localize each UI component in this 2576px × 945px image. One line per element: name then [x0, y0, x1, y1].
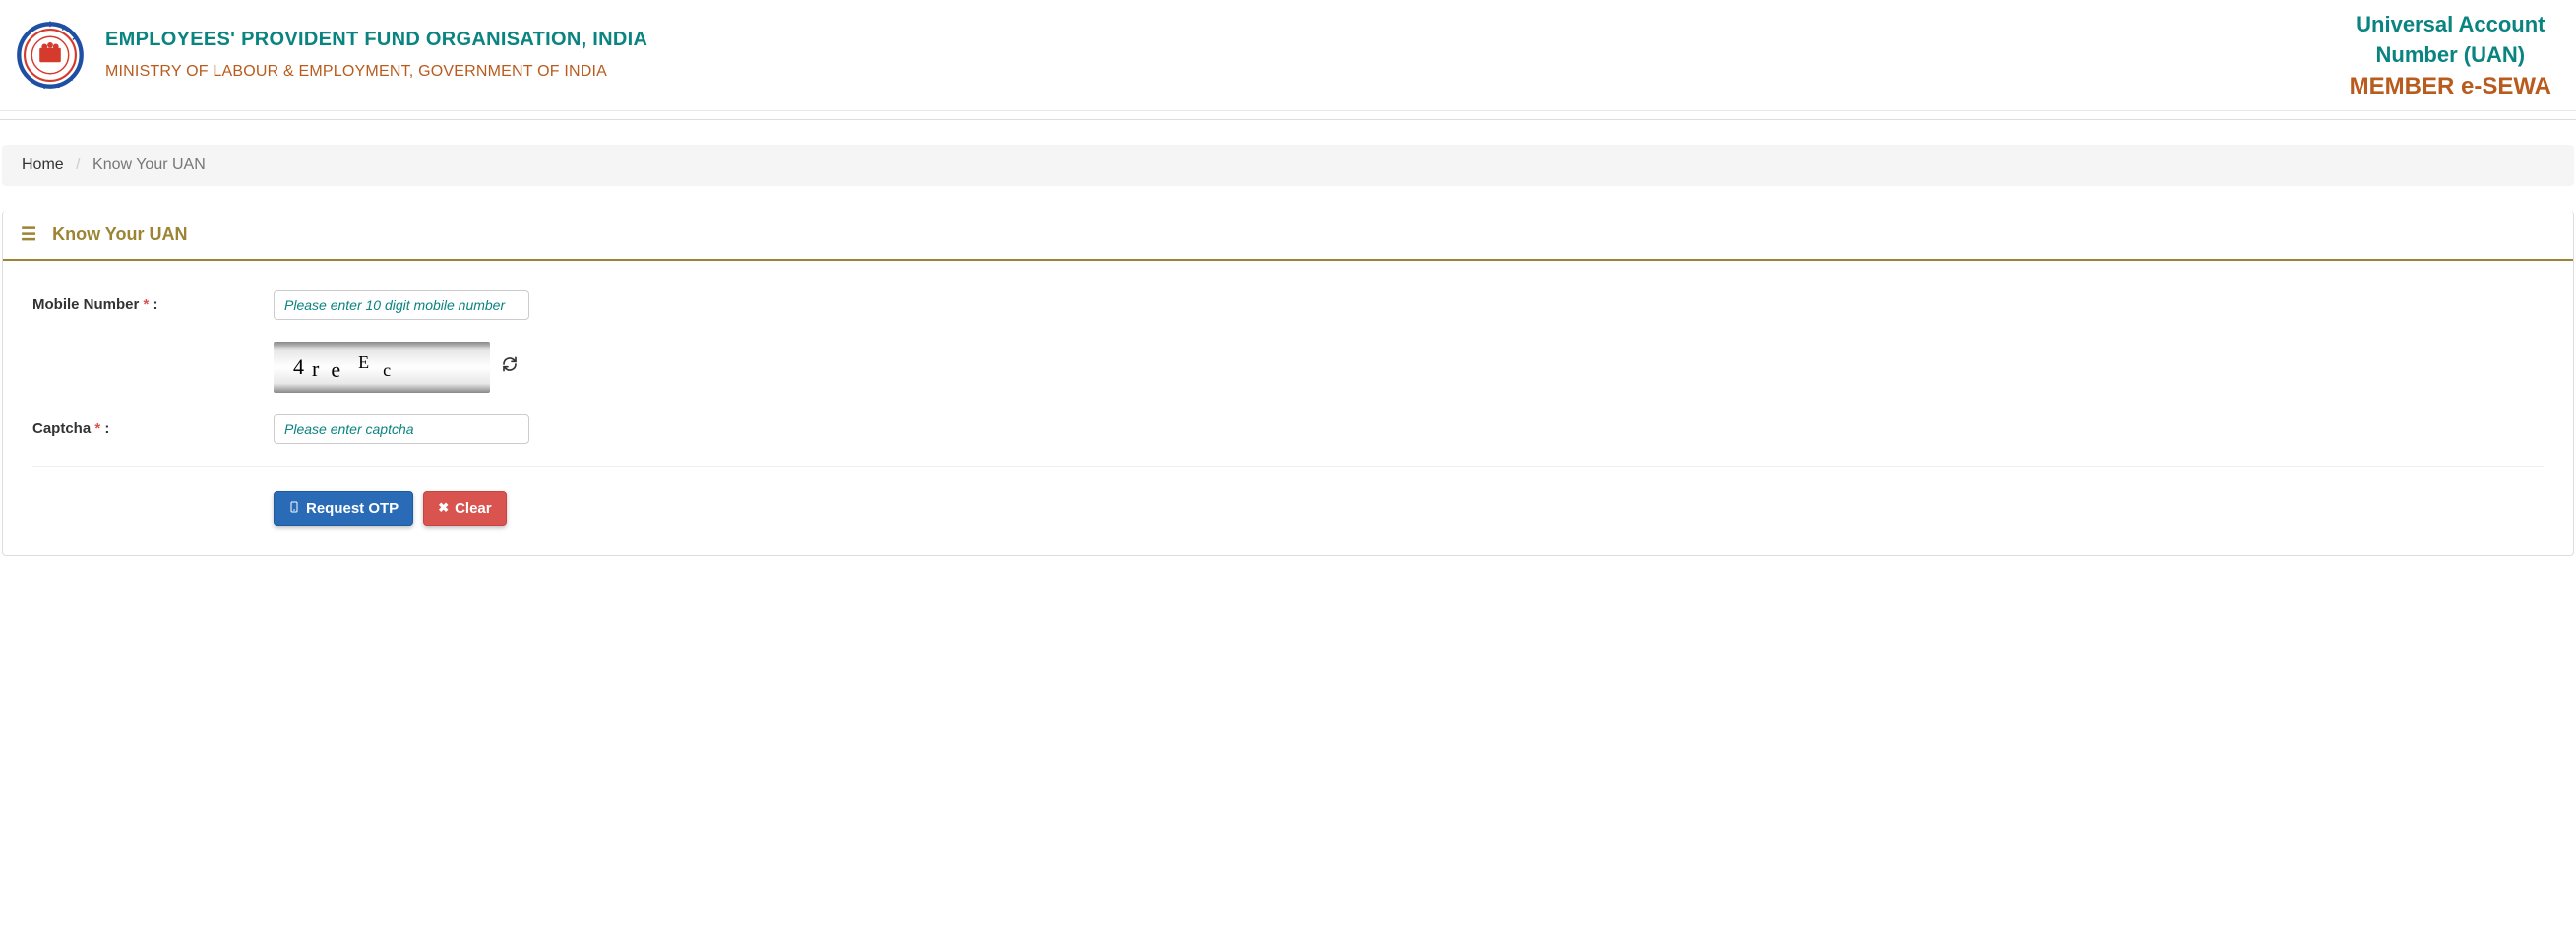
header: EMPLOYEES' PROVIDENT FUND ORGANISATION, … [0, 0, 2576, 111]
know-your-uan-panel: ☰ Know Your UAN Mobile Number * : 4reEc [2, 211, 2574, 556]
captcha-row: Captcha * : [32, 414, 2544, 444]
captcha-label: Captcha * : [32, 420, 274, 437]
label-colon: : [149, 296, 157, 313]
form-divider [32, 466, 2544, 467]
org-title: EMPLOYEES' PROVIDENT FUND ORGANISATION, … [105, 29, 647, 51]
breadcrumb-home[interactable]: Home [22, 157, 64, 173]
breadcrumb-separator: / [76, 157, 80, 173]
clear-label: Clear [455, 500, 492, 517]
captcha-image-row: 4reEc [274, 342, 2544, 393]
button-row: Request OTP ✖ Clear [274, 491, 2544, 526]
epfo-logo [15, 20, 86, 91]
uan-title-line2: Number (UAN) [2350, 40, 2551, 71]
header-titles: EMPLOYEES' PROVIDENT FUND ORGANISATION, … [105, 29, 647, 81]
panel-heading: ☰ Know Your UAN [3, 211, 2573, 261]
header-left: EMPLOYEES' PROVIDENT FUND ORGANISATION, … [15, 20, 647, 91]
mobile-label: Mobile Number * : [32, 296, 274, 313]
hamburger-icon[interactable]: ☰ [21, 224, 36, 245]
label-colon: : [100, 420, 109, 437]
captcha-image: 4reEc [274, 342, 490, 393]
panel-title: Know Your UAN [52, 224, 187, 245]
esewa-title: MEMBER e-SEWA [2350, 73, 2551, 100]
header-divider [0, 119, 2576, 120]
panel-body: Mobile Number * : 4reEc [3, 261, 2573, 555]
mobile-label-text: Mobile Number [32, 296, 139, 313]
breadcrumb: Home / Know Your UAN [2, 145, 2574, 186]
org-subtitle: MINISTRY OF LABOUR & EMPLOYMENT, GOVERNM… [105, 63, 647, 81]
close-icon: ✖ [438, 500, 449, 516]
mobile-input-col [274, 290, 529, 320]
request-otp-button[interactable]: Request OTP [274, 491, 413, 526]
request-otp-label: Request OTP [306, 500, 399, 517]
uan-title-line1: Universal Account [2350, 10, 2551, 40]
mobile-input[interactable] [274, 290, 529, 320]
captcha-label-text: Captcha [32, 420, 91, 437]
refresh-captcha-icon[interactable] [502, 356, 518, 377]
header-right: Universal Account Number (UAN) MEMBER e-… [2350, 10, 2561, 100]
clear-button[interactable]: ✖ Clear [423, 491, 506, 526]
breadcrumb-current: Know Your UAN [92, 157, 206, 173]
mobile-row: Mobile Number * : [32, 290, 2544, 320]
mobile-icon [288, 500, 300, 517]
captcha-input[interactable] [274, 414, 529, 444]
captcha-input-col [274, 414, 529, 444]
